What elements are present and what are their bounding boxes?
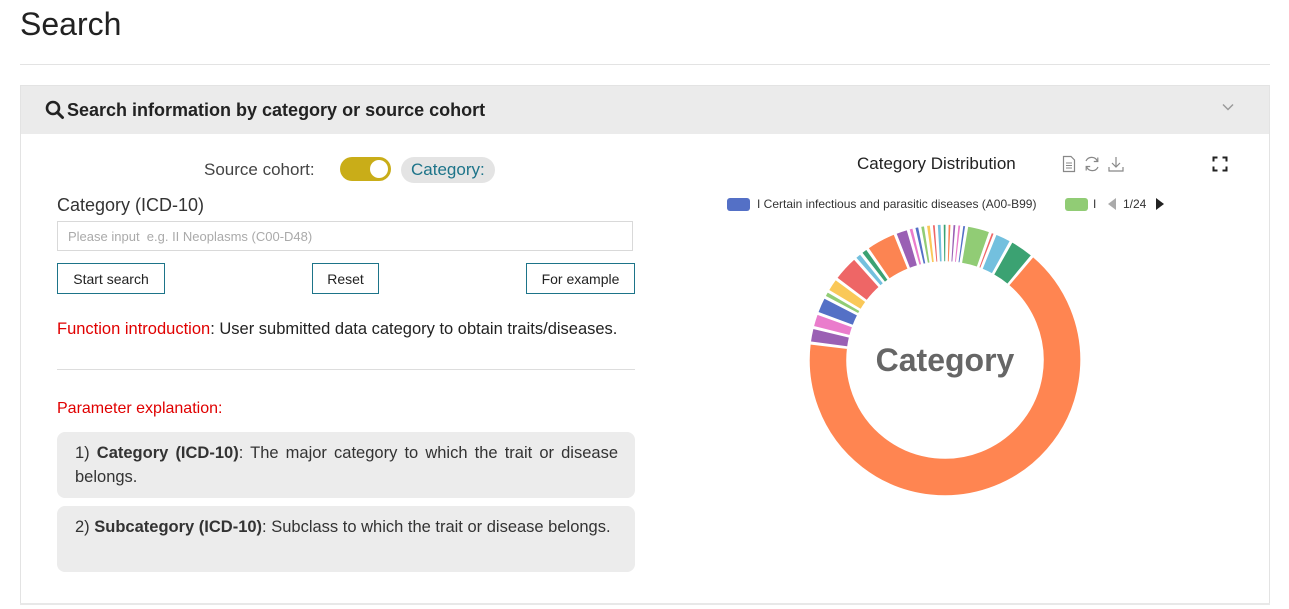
category-field-label: Category (ICD-10) bbox=[57, 195, 205, 215]
category-donut-chart[interactable]: Category bbox=[800, 215, 1090, 505]
category-input[interactable] bbox=[57, 221, 633, 251]
legend-swatch[interactable] bbox=[727, 198, 750, 211]
section-divider bbox=[57, 369, 635, 370]
parameter-item: 2) Subcategory (ICD-10): Subclass to whi… bbox=[57, 506, 635, 572]
param-text: : Subclass to which the trait or disease… bbox=[262, 518, 611, 536]
panel-title: Search information by category or source… bbox=[67, 100, 486, 120]
reset-button[interactable]: Reset bbox=[312, 263, 379, 294]
start-search-button[interactable]: Start search bbox=[57, 263, 165, 294]
legend-next-icon[interactable] bbox=[1155, 197, 1165, 216]
param-term: Subcategory (ICD-10) bbox=[94, 518, 263, 536]
restore-icon[interactable] bbox=[1083, 155, 1101, 178]
legend-prev-icon[interactable] bbox=[1107, 197, 1117, 216]
chart-title: Category Distribution bbox=[857, 154, 1016, 173]
legend-page-indicator: 1/24 bbox=[1123, 197, 1147, 211]
fullscreen-icon[interactable] bbox=[1212, 156, 1228, 177]
legend-swatch[interactable] bbox=[1065, 198, 1088, 211]
legend-label[interactable]: I Certain infectious and parasitic disea… bbox=[757, 198, 1036, 211]
page-title: Search bbox=[20, 6, 122, 42]
function-introduction: Function introduction: User submitted da… bbox=[57, 320, 617, 339]
panel-bottom-border bbox=[20, 603, 1270, 605]
intro-text: : User submitted data category to obtain… bbox=[210, 320, 618, 338]
parameter-item: 1) Category (ICD-10): The major category… bbox=[57, 432, 635, 498]
category-mode-label: Category: bbox=[401, 157, 495, 183]
donut-center-label: Category bbox=[876, 342, 1015, 378]
intro-label: Function introduction bbox=[57, 320, 211, 338]
for-example-button[interactable]: For example bbox=[526, 263, 635, 294]
source-cohort-toggle[interactable] bbox=[340, 157, 391, 181]
title-divider bbox=[20, 64, 1270, 65]
param-index: 1) bbox=[75, 444, 97, 462]
chevron-down-icon[interactable] bbox=[1221, 100, 1235, 119]
source-cohort-label: Source cohort: bbox=[204, 160, 315, 179]
toggle-knob bbox=[370, 160, 388, 178]
param-term: Category (ICD-10) bbox=[96, 444, 239, 462]
save-image-icon[interactable] bbox=[1107, 155, 1125, 178]
legend-label[interactable]: I bbox=[1093, 198, 1096, 211]
data-view-icon[interactable] bbox=[1062, 155, 1076, 178]
parameter-heading: Parameter explanation: bbox=[57, 400, 223, 417]
panel-header[interactable]: Search information by category or source… bbox=[21, 86, 1269, 134]
param-index: 2) bbox=[75, 518, 95, 536]
donut-slice[interactable] bbox=[942, 223, 948, 263]
search-icon bbox=[45, 100, 65, 125]
